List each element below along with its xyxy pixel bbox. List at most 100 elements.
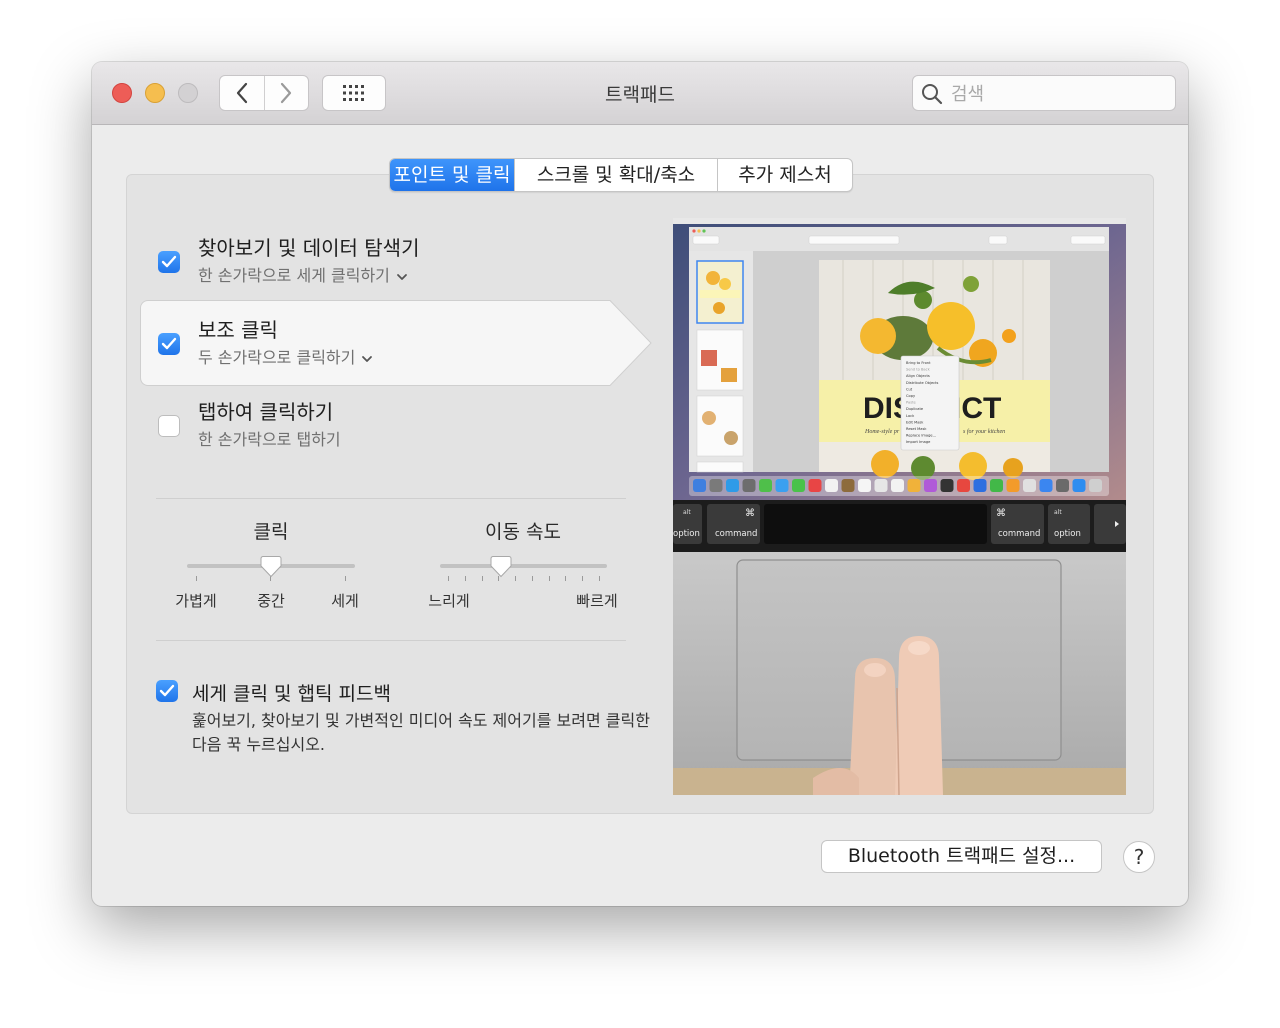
speed-slider-knob[interactable] (490, 555, 512, 579)
help-button[interactable]: ? (1123, 841, 1155, 873)
slider-tick (464, 576, 466, 581)
click-slider-knob[interactable] (260, 555, 282, 579)
slider-tick (531, 576, 533, 581)
haptic-checkbox[interactable] (156, 680, 178, 702)
checkmark-icon (161, 255, 177, 268)
slider-tick (599, 576, 600, 581)
option-title: 찾아보기 및 데이터 탐색기 (198, 236, 420, 260)
dock-app-icon (1006, 479, 1020, 492)
dock-app-icon (907, 479, 921, 492)
gesture-dropdown[interactable]: 한 손가락으로 세게 클릭하기 (198, 262, 408, 286)
poster-subtitle-right: s for your kitchen (963, 428, 1005, 435)
search-field[interactable] (912, 75, 1176, 111)
dock-app-icon (990, 479, 1003, 492)
dock-app-icon (1023, 479, 1036, 492)
touchbar-symbol-4: alt (1054, 509, 1062, 516)
checkmark-icon (159, 684, 175, 697)
context-menu-item: Duplicate (906, 407, 924, 411)
slider-tick (196, 576, 197, 581)
context-menu-item: Cut (906, 387, 913, 391)
divider (156, 498, 626, 499)
context-menu-item: Bring to Front (906, 361, 931, 365)
context-menu-item: Replace Image... (906, 434, 936, 438)
option-title: 보조 클릭 (198, 318, 278, 342)
click-light-label: 가볍게 (175, 592, 217, 610)
checkmark-icon (161, 337, 177, 350)
context-menu-item: Send to Back (906, 368, 931, 372)
context-menu-item: Copy (906, 394, 916, 398)
touchbar-key-command-left: command (715, 529, 757, 539)
dock-app-icon (808, 479, 822, 492)
dock-app-icon (891, 479, 904, 492)
dock-app-icon (940, 479, 954, 492)
search-icon (922, 84, 943, 105)
gesture-dropdown[interactable]: 두 손가락으로 클릭하기 (198, 344, 373, 368)
title-bar: 트랙패드 (92, 62, 1188, 125)
tap-to-click-checkbox[interactable] (158, 415, 180, 437)
dock-app-icon (726, 479, 739, 492)
slider-tick (582, 576, 584, 581)
touchbar-key-command-right: command (998, 529, 1040, 539)
tab-bar: 포인트 및 클릭 스크롤 및 확대/축소 추가 제스처 (389, 158, 853, 192)
click-firm-label: 세게 (331, 592, 359, 610)
dock-app-icon (1072, 479, 1086, 492)
slider-tick (565, 576, 567, 581)
dock-app-icon (973, 479, 987, 492)
click-slider-label: 클릭 (253, 521, 289, 543)
search-input[interactable] (949, 80, 1163, 108)
option-subtitle: 한 손가락으로 세게 클릭하기 (198, 266, 390, 285)
secondary-click-checkbox[interactable] (158, 333, 180, 355)
preferences-window: 트랙패드 포인트 및 클릭 스크롤 및 확대/축소 추가 제스처 찾아보기 및 … (92, 62, 1188, 906)
slider-tick (345, 576, 346, 581)
context-menu-item: Distribute Objects (906, 381, 939, 385)
dock-app-icon (924, 479, 937, 492)
option-subtitle: 두 손가락으로 클릭하기 (198, 348, 356, 367)
tab-more-gestures[interactable]: 추가 제스처 (717, 159, 852, 191)
context-menu-item: Align Objects (906, 374, 930, 378)
option-tap-to-click[interactable]: 탭하여 클릭하기 한 손가락으로 탭하기 (142, 394, 612, 464)
option-subtitle: 한 손가락으로 탭하기 (198, 430, 341, 449)
dock-app-icon (1039, 479, 1053, 492)
dock-app-icon (874, 479, 888, 492)
dock-app-icon (1089, 479, 1102, 492)
poster-subtitle-left: Home-style pr (864, 429, 900, 435)
context-menu-item: Paste (906, 401, 916, 405)
touchbar-key-option-right: option (1054, 529, 1081, 539)
dock-app-icon (742, 479, 756, 492)
option-lookup-data-detectors[interactable]: 찾아보기 및 데이터 탐색기 한 손가락으로 세게 클릭하기 (142, 230, 612, 300)
slider-tick (481, 576, 483, 581)
dock-app-icon (1056, 479, 1069, 492)
slider-tick (448, 576, 449, 581)
bluetooth-trackpad-setup-button[interactable]: Bluetooth 트랙패드 설정... (821, 840, 1102, 873)
speed-fast-label: 빠르게 (576, 592, 618, 610)
option-title: 탭하여 클릭하기 (198, 400, 334, 424)
dock-icons (693, 479, 1102, 492)
dock-app-icon (792, 479, 805, 492)
speed-slider-track[interactable] (440, 564, 607, 568)
context-menu-item: Edit Mask (906, 420, 924, 424)
chevron-down-icon (362, 355, 373, 362)
dock-app-icon (841, 479, 855, 492)
preview-illustration: DISTRICT Home-style pr s for your kitche… (673, 218, 1126, 795)
dock-app-icon (775, 479, 789, 492)
context-menu-item: Reset Mask (906, 427, 927, 431)
dock-app-icon (957, 479, 970, 492)
chevron-down-icon (397, 273, 407, 280)
touchbar-symbol-3: ⌘ (996, 508, 1006, 519)
haptic-title: 세게 클릭 및 햅틱 피드백 (192, 683, 391, 705)
dock-app-icon (709, 479, 723, 492)
option-secondary-click[interactable]: 보조 클릭 두 손가락으로 클릭하기 (142, 312, 612, 382)
context-menu-item: Lock (906, 414, 915, 418)
tab-scroll-and-zoom[interactable]: 스크롤 및 확대/축소 (514, 159, 717, 191)
dock-app-icon (825, 479, 838, 492)
speed-slow-label: 느리게 (428, 592, 470, 610)
dock-app-icon (693, 479, 706, 492)
dock-app-icon (858, 479, 871, 492)
click-medium-label: 중간 (257, 592, 285, 610)
gesture-preview-video: DISTRICT Home-style pr s for your kitche… (673, 218, 1126, 795)
slider-tick (548, 576, 550, 581)
touchbar-symbol-2: ⌘ (745, 508, 755, 519)
context-menu-item: Import Image (906, 440, 931, 444)
lookup-checkbox[interactable] (158, 251, 180, 273)
tab-point-and-click[interactable]: 포인트 및 클릭 (390, 159, 514, 191)
